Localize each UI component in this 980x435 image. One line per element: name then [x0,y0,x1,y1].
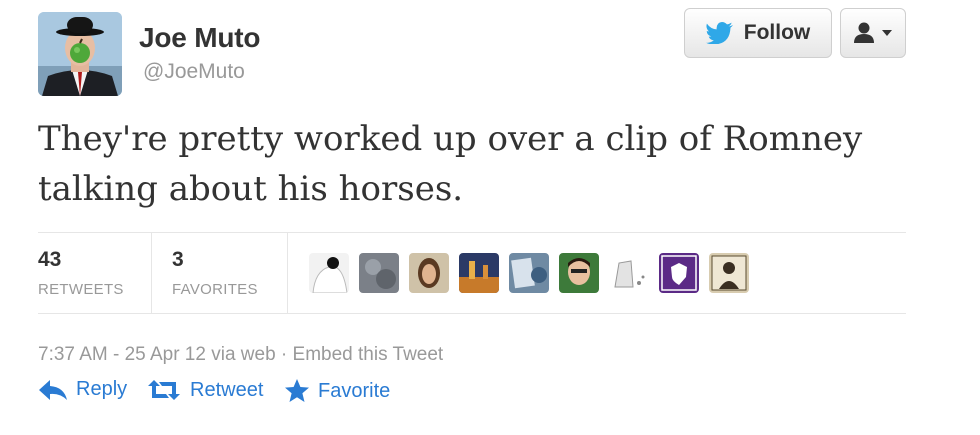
twitter-bird-icon [705,22,733,44]
retweet-label: Retweet [190,378,264,401]
retweets-label: RETWEETS [38,281,124,298]
reply-button[interactable]: Reply [38,378,127,401]
retweet-icon [148,380,180,400]
favoriter-avatar[interactable] [409,253,449,293]
stats-divider [151,233,152,313]
favorites-count: 3 [172,248,184,271]
retweets-count: 43 [38,248,62,271]
favoriter-avatar[interactable] [459,253,499,293]
favoriter-avatar[interactable] [659,253,699,293]
reply-icon [39,379,67,400]
favoriter-avatar[interactable] [709,253,749,293]
favoriter-avatar[interactable] [609,253,649,293]
retweet-button[interactable]: Retweet [146,378,263,402]
tweet-timestamp[interactable]: 7:37 AM - 25 Apr 12 via web [38,344,276,365]
embed-tweet-link[interactable]: Embed this Tweet [293,344,444,365]
user-avatar[interactable] [38,12,122,96]
favorite-label: Favorite [318,379,391,402]
follow-button[interactable]: Follow [684,8,832,58]
favorites-stat[interactable]: 3 FAVORITES [172,248,258,298]
stats-bottom-divider [38,313,906,314]
stats-top-divider [38,232,906,233]
favoriter-avatar[interactable] [559,253,599,293]
user-handle[interactable]: @JoeMuto [143,60,245,84]
star-icon [285,379,309,402]
avatar-image [38,12,122,96]
user-actions-button[interactable] [840,8,906,58]
follow-label: Follow [743,21,811,44]
retweets-stat[interactable]: 43 RETWEETS [38,248,124,298]
tweet-text: They're pretty worked up over a clip of … [38,119,863,209]
tweet-card: Joe Muto @JoeMuto Follow They're pretty … [0,0,980,435]
caret-down-icon [882,30,892,36]
favoriter-avatar[interactable] [509,253,549,293]
favoriter-avatar[interactable] [309,253,349,293]
tweet-meta: 7:37 AM - 25 Apr 12 via web · Embed this… [38,344,443,366]
favorites-label: FAVORITES [172,281,258,298]
user-name[interactable]: Joe Muto [139,22,260,54]
stats-divider [287,233,288,313]
reply-label: Reply [76,378,128,400]
favorite-button[interactable]: Favorite [284,378,390,404]
favoriter-avatar[interactable] [359,253,399,293]
person-icon [854,22,874,43]
meta-separator: · [280,344,288,365]
